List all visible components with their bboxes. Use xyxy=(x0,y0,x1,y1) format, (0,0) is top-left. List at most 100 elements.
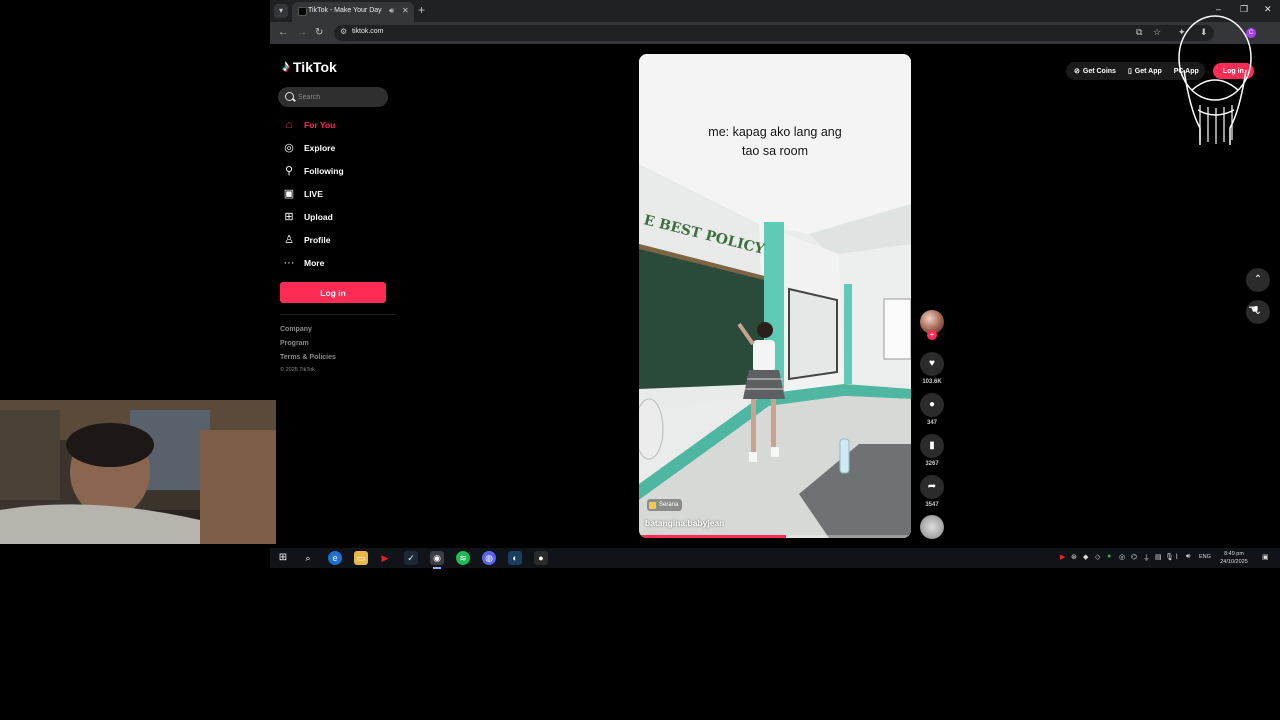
audio-playing-icon[interactable]: 🔊︎ xyxy=(389,6,394,16)
bookmark-star-icon[interactable]: ☆ xyxy=(1153,27,1161,38)
get-coins-button[interactable]: ⊘ Get Coins xyxy=(1066,62,1122,80)
comment-icon[interactable]: ● xyxy=(920,393,944,417)
nav-upload[interactable]: ⊞ Upload xyxy=(282,208,333,226)
tray-microphone-icon[interactable]: 🎙︎ xyxy=(1165,553,1174,561)
back-icon[interactable]: ← xyxy=(278,27,288,38)
tab-search-icon[interactable]: ▾ xyxy=(274,4,288,18)
chrome-icon[interactable]: ◉ xyxy=(430,551,444,569)
tray-app-icon[interactable]: ⊛ xyxy=(1071,553,1077,561)
windows-taskbar: ⊞ ⌕ e ▭ ▶ ✓ ◉ ≋ ◍ ◐ ● ▶ ⊛ ◆ ◇ ● ◎ ⌬ ⏚ ▤ … xyxy=(270,548,1280,569)
obs-record-icon[interactable]: ● xyxy=(534,551,548,565)
share-count: 3547 xyxy=(925,502,939,508)
video-progress-fill xyxy=(639,535,786,538)
face-outline-overlay-icon xyxy=(1178,15,1252,145)
music-note-icon xyxy=(649,501,656,509)
tray-media-icon[interactable]: ▶ xyxy=(1060,553,1065,561)
browser-window: ▾ TikTok - Make Your Day 🔊︎ ✕ + – ❐ ✕ ← … xyxy=(270,0,1280,548)
nav-explore[interactable]: ◎ Explore xyxy=(282,139,335,157)
forward-icon[interactable]: → xyxy=(297,27,307,38)
sidebar-divider xyxy=(280,314,396,315)
search-input[interactable] xyxy=(298,90,383,104)
video-author[interactable]: batangina.babyjean xyxy=(645,518,724,528)
tray-steam-icon[interactable]: ◎ xyxy=(1119,553,1125,561)
nav-for-you[interactable]: ⌂ For You xyxy=(282,116,336,134)
install-app-icon[interactable]: ⧉ xyxy=(1136,27,1142,38)
tray-date-text: 24/10/2025 xyxy=(1220,559,1248,565)
taskbar-search-icon[interactable]: ⌕ xyxy=(301,551,315,565)
discord-icon[interactable]: ◍ xyxy=(482,551,496,565)
spotify-icon[interactable]: ≋ xyxy=(456,551,470,565)
nav-following[interactable]: ⚲ Following xyxy=(282,162,344,180)
login-button[interactable]: Log in xyxy=(280,282,386,303)
tiktok-favicon-icon xyxy=(298,7,307,16)
tray-language[interactable]: ENG xyxy=(1199,554,1211,560)
bookmark-icon[interactable]: ▮ xyxy=(920,434,944,458)
tray-time-text: 8:49 pm xyxy=(1224,551,1244,557)
nav-label: For You xyxy=(304,120,336,130)
upload-icon: ⊞ xyxy=(284,211,294,223)
music-disc-icon[interactable] xyxy=(920,515,944,539)
tray-clock[interactable]: 8:49 pm 24/10/2025 xyxy=(1217,550,1251,566)
logo-text: TikTok xyxy=(293,59,337,75)
live-tv-icon: ▣ xyxy=(283,188,295,200)
window-close-icon[interactable]: ✕ xyxy=(1264,4,1272,15)
tray-wifi-icon[interactable]: ⌇ xyxy=(1175,553,1178,561)
follow-plus-icon[interactable]: + xyxy=(927,330,937,340)
bookmark-count: 3267 xyxy=(925,461,939,467)
footer-link-program[interactable]: Program xyxy=(280,340,309,347)
edge-browser-icon[interactable]: e xyxy=(328,551,342,565)
site-info-icon[interactable]: ⚙ xyxy=(340,27,347,36)
get-coins-label: Get Coins xyxy=(1082,67,1116,75)
tray-volume-icon[interactable]: 🔊︎ xyxy=(1186,553,1190,561)
windows-start-icon[interactable]: ⊞ xyxy=(276,551,290,565)
file-explorer-icon[interactable]: ▭ xyxy=(354,551,368,565)
video-progress-bar[interactable] xyxy=(639,535,911,538)
tray-mixer-icon[interactable]: ◇ xyxy=(1095,553,1100,561)
footer-link-terms[interactable]: Terms & Policies xyxy=(280,354,336,361)
network-app-icon[interactable]: ◐ xyxy=(508,551,522,565)
comment-count: 347 xyxy=(926,420,937,426)
webcam-overlay xyxy=(0,400,276,544)
search-box[interactable] xyxy=(278,87,388,107)
share-arrow-icon[interactable]: ➦ xyxy=(920,475,944,499)
tray-usb-icon[interactable]: ⏚ xyxy=(1143,553,1150,563)
tray-spotify-icon[interactable]: ● xyxy=(1107,553,1111,560)
comment-action[interactable]: ● 347 xyxy=(920,393,944,426)
tray-gpu-icon[interactable]: ◆ xyxy=(1083,553,1088,561)
tiktok-note-icon: ♪ xyxy=(282,58,290,75)
get-app-button[interactable]: ▯ Get App xyxy=(1121,62,1168,80)
tiktok-logo[interactable]: ♪ TikTok xyxy=(282,58,337,76)
video-caption: me: kapag ako lang ang tao sa room xyxy=(679,123,871,161)
screen: ▾ TikTok - Make Your Day 🔊︎ ✕ + – ❐ ✕ ← … xyxy=(0,0,1280,720)
chevron-up-icon[interactable]: ⌃ xyxy=(1246,268,1270,292)
share-action[interactable]: ➦ 3547 xyxy=(920,475,944,508)
nav-live[interactable]: ▣ LIVE xyxy=(282,185,323,203)
tab-strip: ▾ TikTok - Make Your Day 🔊︎ ✕ + – ❐ ✕ xyxy=(270,0,1280,22)
nav-label: Profile xyxy=(304,235,331,245)
like-action[interactable]: ♥ 103.6K xyxy=(920,352,944,385)
reload-icon[interactable]: ↻ xyxy=(315,27,323,38)
nav-label: Upload xyxy=(304,212,333,222)
address-bar[interactable]: ⚙ tiktok.com xyxy=(334,25,1214,41)
tray-hardware-icon[interactable]: ▤ xyxy=(1155,553,1162,561)
coin-icon: ⊘ xyxy=(1074,68,1080,75)
tab-tiktok[interactable]: TikTok - Make Your Day 🔊︎ ✕ xyxy=(292,2,414,22)
tray-network-icon[interactable]: ⌬ xyxy=(1131,553,1137,561)
heart-icon[interactable]: ♥ xyxy=(920,352,944,376)
notification-icon[interactable]: ▣ xyxy=(1262,553,1269,561)
bookmark-action[interactable]: ▮ 3267 xyxy=(920,434,944,467)
media-player-icon[interactable]: ▶ xyxy=(378,551,392,565)
footer-link-company[interactable]: Company xyxy=(280,326,312,333)
video-player[interactable]: E BEST POLICY me: kapag ako lang ang tao… xyxy=(639,54,911,538)
new-tab-button[interactable]: + xyxy=(418,3,425,17)
phone-icon: ▯ xyxy=(1127,68,1132,75)
nav-profile[interactable]: ♙ Profile xyxy=(282,231,330,249)
nav-more[interactable]: ··· More xyxy=(282,254,325,272)
tiktok-page: ♪ TikTok ⌂ For You ◎ Explore ⚲ Following… xyxy=(270,44,1280,548)
url-text: tiktok.com xyxy=(352,28,384,35)
steam-icon[interactable]: ✓ xyxy=(404,551,418,565)
nav-label: Explore xyxy=(304,143,336,153)
tab-close-icon[interactable]: ✕ xyxy=(402,6,409,15)
music-tag[interactable]: Serana xyxy=(647,499,683,511)
nav-label: LIVE xyxy=(304,189,323,199)
